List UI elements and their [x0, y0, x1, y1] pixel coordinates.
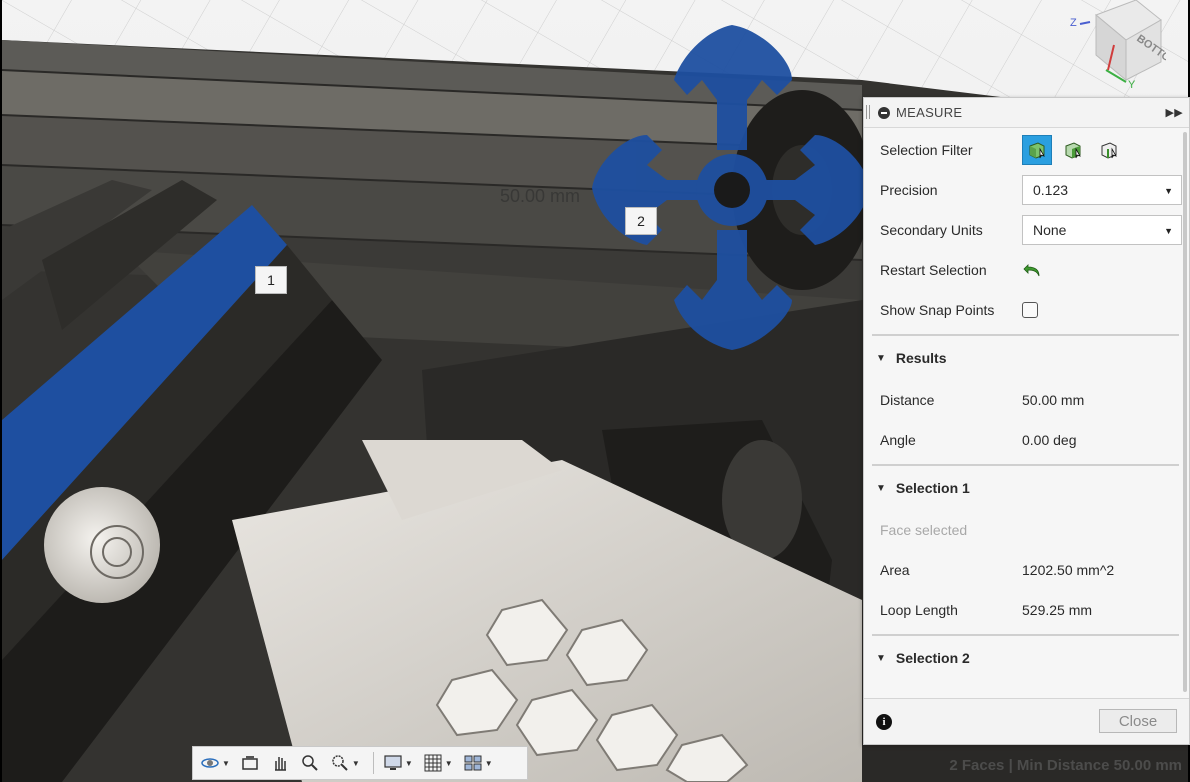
- orbit-icon: [201, 758, 219, 768]
- filter-body-button[interactable]: [1022, 135, 1052, 165]
- viewports-icon: [464, 755, 482, 771]
- angle-value: 0.00 deg: [1022, 432, 1077, 448]
- expand-panel-icon[interactable]: ▶▶: [1165, 106, 1183, 119]
- angle-label: Angle: [880, 432, 916, 448]
- results-title: Results: [895, 350, 947, 366]
- secondary-units-label: Secondary Units: [880, 222, 983, 238]
- grid-icon: [424, 754, 442, 772]
- panel-footer: i Close: [864, 698, 1189, 744]
- loop-length-label: Loop Length: [880, 602, 958, 618]
- selection-tag-2: 2: [625, 207, 657, 235]
- restart-selection-row: Restart Selection: [864, 250, 1189, 290]
- restart-icon: [1023, 264, 1040, 277]
- distance-value: 50.00 mm: [1022, 392, 1085, 408]
- show-snap-points-label: Show Snap Points: [880, 302, 995, 318]
- chevron-down-icon: ▼: [222, 758, 230, 768]
- view-cube[interactable]: BOTTOM Z Y: [1066, 0, 1180, 91]
- fit-button[interactable]: ▼: [327, 749, 363, 777]
- distance-label: Distance: [880, 392, 935, 408]
- display-settings-icon: [384, 755, 402, 770]
- selection2-title: Selection 2: [895, 650, 970, 666]
- panel-header[interactable]: MEASURE ▶▶: [864, 98, 1189, 128]
- selection1-title: Selection 1: [895, 480, 970, 496]
- loop-length-row: Loop Length 529.25 mm: [864, 590, 1189, 630]
- loop-length-value: 529.25 mm: [1022, 602, 1093, 618]
- distance-row: Distance 50.00 mm: [864, 380, 1189, 420]
- snap-points-row: Show Snap Points: [864, 290, 1189, 330]
- z-axis-label: Z: [1070, 17, 1077, 29]
- chevron-down-icon: ▼: [351, 758, 360, 768]
- collapse-triangle-icon: ▼: [876, 652, 886, 664]
- selection-tag-1: 1: [255, 266, 287, 294]
- area-row: Area 1202.50 mm^2: [864, 550, 1189, 590]
- collapse-triangle-icon: ▼: [876, 352, 886, 364]
- selection1-status-row: Face selected: [864, 510, 1189, 550]
- secondary-units-value: None: [1033, 222, 1067, 238]
- look-at-button[interactable]: [237, 749, 263, 777]
- secondary-units-select[interactable]: None ▼: [1022, 215, 1182, 245]
- close-button[interactable]: Close: [1099, 709, 1177, 733]
- chevron-down-icon: ▼: [1164, 186, 1173, 196]
- chevron-down-icon: ▼: [404, 758, 413, 768]
- info-icon[interactable]: i: [876, 714, 892, 730]
- dimension-label: 50.00 mm: [500, 186, 581, 206]
- area-label: Area: [880, 562, 910, 578]
- angle-row: Angle 0.00 deg: [864, 420, 1189, 460]
- selection2-section-header[interactable]: ▼ Selection 2: [864, 636, 1189, 680]
- grid-button[interactable]: ▼: [420, 749, 456, 777]
- pan-icon: [274, 757, 286, 771]
- precision-select[interactable]: 0.123 ▼: [1022, 175, 1182, 205]
- collapse-triangle-icon: ▼: [876, 482, 886, 494]
- area-value: 1202.50 mm^2: [1022, 562, 1115, 578]
- select-body-icon: [1029, 142, 1045, 159]
- select-face-icon: [1065, 142, 1081, 159]
- display-settings-button[interactable]: ▼: [380, 749, 416, 777]
- drag-handle-icon[interactable]: [866, 105, 870, 119]
- orbit-button[interactable]: ▼: [197, 749, 233, 777]
- precision-value: 0.123: [1033, 182, 1069, 198]
- zoom-icon: [302, 755, 318, 771]
- restart-selection-label: Restart Selection: [880, 262, 987, 278]
- measure-panel: MEASURE ▶▶ Selection Filter Precision 0.…: [863, 97, 1190, 745]
- y-axis-label: Y: [1128, 79, 1136, 90]
- selection-filter-label: Selection Filter: [880, 142, 973, 158]
- chevron-down-icon: ▼: [444, 758, 453, 768]
- results-section-header[interactable]: ▼ Results: [864, 336, 1189, 380]
- filter-edge-button[interactable]: [1094, 135, 1124, 165]
- selection1-section-header[interactable]: ▼ Selection 1: [864, 466, 1189, 510]
- chevron-down-icon: ▼: [1164, 226, 1173, 236]
- collapse-icon[interactable]: [878, 106, 890, 119]
- precision-row: Precision 0.123 ▼: [864, 170, 1189, 210]
- toolbar-divider: [372, 752, 374, 774]
- restart-selection-button[interactable]: [1022, 259, 1044, 281]
- navigation-toolbar: ▼ ▼ ▼ ▼ ▼: [192, 746, 528, 780]
- selection-filter-row: Selection Filter: [864, 130, 1189, 170]
- secondary-units-row: Secondary Units None ▼: [864, 210, 1189, 250]
- filter-face-button[interactable]: [1058, 135, 1088, 165]
- pan-button[interactable]: [267, 749, 293, 777]
- fit-icon: [332, 755, 348, 771]
- select-edge-icon: [1101, 142, 1117, 159]
- zoom-button[interactable]: [297, 749, 323, 777]
- panel-scrollbar[interactable]: [1183, 132, 1187, 692]
- chevron-down-icon: ▼: [484, 758, 493, 768]
- look-at-icon: [242, 756, 258, 770]
- viewports-button[interactable]: ▼: [460, 749, 496, 777]
- selection1-status: Face selected: [880, 522, 968, 538]
- panel-title: MEASURE: [896, 105, 963, 120]
- show-snap-points-checkbox[interactable]: [1022, 302, 1038, 318]
- precision-label: Precision: [880, 182, 938, 198]
- status-bar-text: 2 Faces | Min Distance 50.00 mm: [949, 757, 1182, 774]
